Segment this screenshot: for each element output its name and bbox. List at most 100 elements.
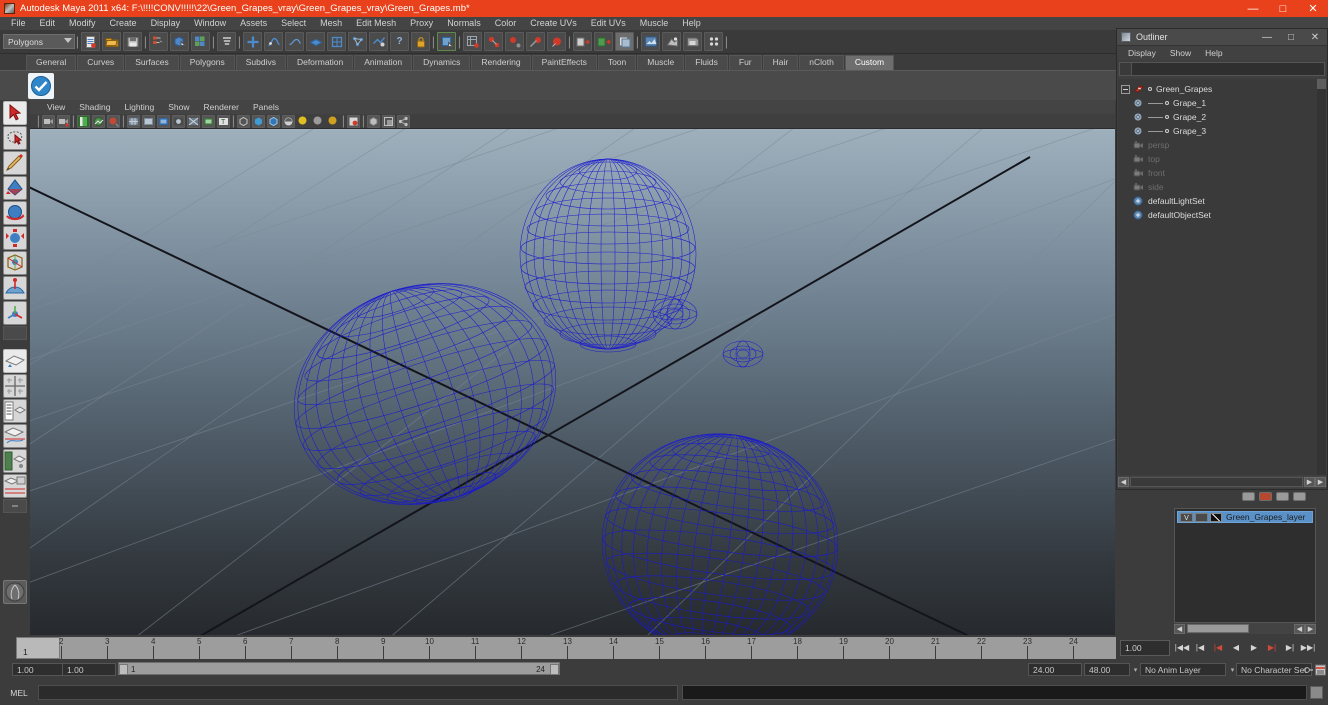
shelf-tab-animation[interactable]: Animation	[354, 55, 413, 70]
command-input-field[interactable]	[38, 685, 678, 700]
select-by-component-type-button[interactable]	[191, 32, 210, 51]
smooth-shade-all-icon[interactable]	[252, 114, 265, 128]
scroll-end-button[interactable]: ▶	[1315, 477, 1326, 487]
xray-icon[interactable]	[347, 114, 360, 128]
menu-normals[interactable]: Normals	[440, 17, 488, 30]
no-connections-button[interactable]	[547, 32, 566, 51]
playback-speed-field[interactable]: 1.00	[1120, 640, 1170, 656]
outliner-horizontal-scrollbar[interactable]: ◀ ▶ ▶	[1118, 476, 1326, 488]
range-slider-bar[interactable]: 1 24	[118, 662, 560, 675]
outliner-item-grape-2[interactable]: Grape_2	[1118, 110, 1317, 124]
script-editor-icon[interactable]	[1310, 686, 1323, 699]
tool-settings-toggle[interactable]	[594, 32, 613, 51]
menu-color[interactable]: Color	[488, 17, 524, 30]
menu-create-uvs[interactable]: Create UVs	[523, 17, 584, 30]
step-back-frame-button[interactable]: |◀	[1210, 639, 1226, 656]
layer-visibility-toggle[interactable]: V	[1180, 512, 1193, 522]
more-layouts-icon[interactable]	[3, 499, 27, 513]
component-mask-button[interactable]	[217, 32, 236, 51]
render-globals-button[interactable]	[704, 32, 723, 51]
shelf-tab-subdivs[interactable]: Subdivs	[235, 55, 286, 70]
grid-toggle-icon[interactable]	[127, 114, 140, 128]
move-tool[interactable]	[3, 176, 27, 200]
exposure-icon[interactable]	[382, 114, 395, 128]
outliner-search-field[interactable]	[1119, 62, 1325, 76]
lock-button[interactable]	[411, 32, 430, 51]
hypershade-persp-layout[interactable]	[3, 449, 27, 473]
outliner-menu-help[interactable]: Help	[1198, 48, 1229, 58]
step-forward-frame-button[interactable]: ▶|	[1264, 639, 1280, 656]
menu-file[interactable]: File	[4, 17, 33, 30]
viewport-menu-view[interactable]: View	[40, 102, 72, 112]
layer-playback-toggle[interactable]	[1195, 512, 1208, 522]
outliner-menu-display[interactable]: Display	[1121, 48, 1163, 58]
menu-display[interactable]: Display	[144, 17, 188, 30]
flat-shade-icon[interactable]	[282, 114, 295, 128]
show-manip-button[interactable]	[437, 32, 456, 51]
time-slider[interactable]: 1 2 3 4 5 6 7 8 9 10 11 12 13 14 15 16 1…	[0, 637, 1328, 659]
shelf-tab-general[interactable]: General	[26, 55, 77, 70]
outliner-item-green-grapes[interactable]: Green_Grapes	[1118, 82, 1317, 96]
attribute-editor-toggle[interactable]	[573, 32, 592, 51]
image-plane-icon[interactable]	[92, 114, 105, 128]
save-scene-button[interactable]	[123, 32, 142, 51]
menu-help[interactable]: Help	[675, 17, 708, 30]
range-start-time-field[interactable]: 1.00	[62, 663, 116, 676]
select-tool[interactable]	[3, 101, 27, 125]
outliner-item-top[interactable]: top	[1118, 152, 1317, 166]
outliner-item-grape-1[interactable]: Grape_1	[1118, 96, 1317, 110]
snap-to-point-button[interactable]	[285, 32, 304, 51]
outliner-minimize-button[interactable]: —	[1255, 32, 1279, 43]
move-layer-up-button[interactable]	[1276, 491, 1289, 501]
new-layer-button[interactable]	[1242, 491, 1255, 501]
layer-scroll-left-button[interactable]: ◀	[1174, 623, 1185, 634]
two-d-pan-zoom-icon[interactable]	[107, 114, 120, 128]
viewport-menu-panels[interactable]: Panels	[246, 102, 286, 112]
shelf-tab-rendering[interactable]: Rendering	[471, 55, 531, 70]
animation-preferences-icon[interactable]	[1315, 664, 1326, 679]
layer-item-green-grapes[interactable]: V Green_Grapes_layer	[1177, 511, 1313, 523]
layer-scroll-right-button[interactable]: ◀	[1294, 623, 1305, 634]
shelf-tab-surfaces[interactable]: Surfaces	[125, 55, 179, 70]
viewport-menu-renderer[interactable]: Renderer	[197, 102, 246, 112]
input-connections-button[interactable]	[463, 32, 482, 51]
gate-mask-icon[interactable]	[172, 114, 185, 128]
menu-mesh[interactable]: Mesh	[313, 17, 349, 30]
current-frame-indicator[interactable]: 1	[16, 637, 60, 659]
chevron-down-icon[interactable]: ▾	[1131, 663, 1140, 676]
anim-layer-field[interactable]: No Anim Layer	[1140, 663, 1226, 676]
shelf-tab-hair[interactable]: Hair	[762, 55, 799, 70]
vray-checkmark-icon[interactable]	[28, 72, 54, 99]
viewport-menu-show[interactable]: Show	[161, 102, 196, 112]
help-button[interactable]: ?	[390, 32, 409, 51]
safe-title-icon[interactable]: T	[217, 114, 230, 128]
shelf-tab-toon[interactable]: Toon	[597, 55, 637, 70]
open-scene-button[interactable]	[102, 32, 121, 51]
perspective-viewport[interactable]: persp z y x	[30, 129, 1115, 635]
menu-assets[interactable]: Assets	[233, 17, 274, 30]
anim-end-time-field[interactable]: 48.00	[1084, 663, 1130, 676]
smooth-shade-selected-icon[interactable]	[267, 114, 280, 128]
snap-to-view-plane-button[interactable]	[306, 32, 325, 51]
outliner-item-persp[interactable]: persp	[1118, 138, 1317, 152]
ipr-render-button[interactable]	[662, 32, 681, 51]
shelf-tab-curves[interactable]: Curves	[77, 55, 125, 70]
outliner-close-button[interactable]: ✕	[1303, 32, 1327, 43]
scrollbar-thumb[interactable]	[1317, 79, 1326, 89]
snap-to-live-object-button[interactable]	[327, 32, 346, 51]
outliner-tree[interactable]: Green_Grapes Grape_1 Grape_2 Grape_3 per…	[1118, 79, 1317, 475]
channel-box-toggle[interactable]	[615, 32, 634, 51]
outliner-item-grape-3[interactable]: Grape_3	[1118, 124, 1317, 138]
command-language-label[interactable]: MEL	[0, 688, 38, 698]
outliner-persp-layout[interactable]	[3, 399, 27, 423]
menu-window[interactable]: Window	[187, 17, 233, 30]
menu-create[interactable]: Create	[103, 17, 144, 30]
outliner-item-default-object-set[interactable]: defaultObjectSet	[1118, 208, 1317, 222]
menu-edit[interactable]: Edit	[33, 17, 63, 30]
outliner-menu-show[interactable]: Show	[1163, 48, 1198, 58]
rotate-tool[interactable]	[3, 201, 27, 225]
character-set-field[interactable]: No Character Set	[1236, 663, 1312, 676]
all-connections-button[interactable]	[526, 32, 545, 51]
minimize-button[interactable]: —	[1238, 0, 1268, 17]
wireframe-shading-icon[interactable]	[237, 114, 250, 128]
